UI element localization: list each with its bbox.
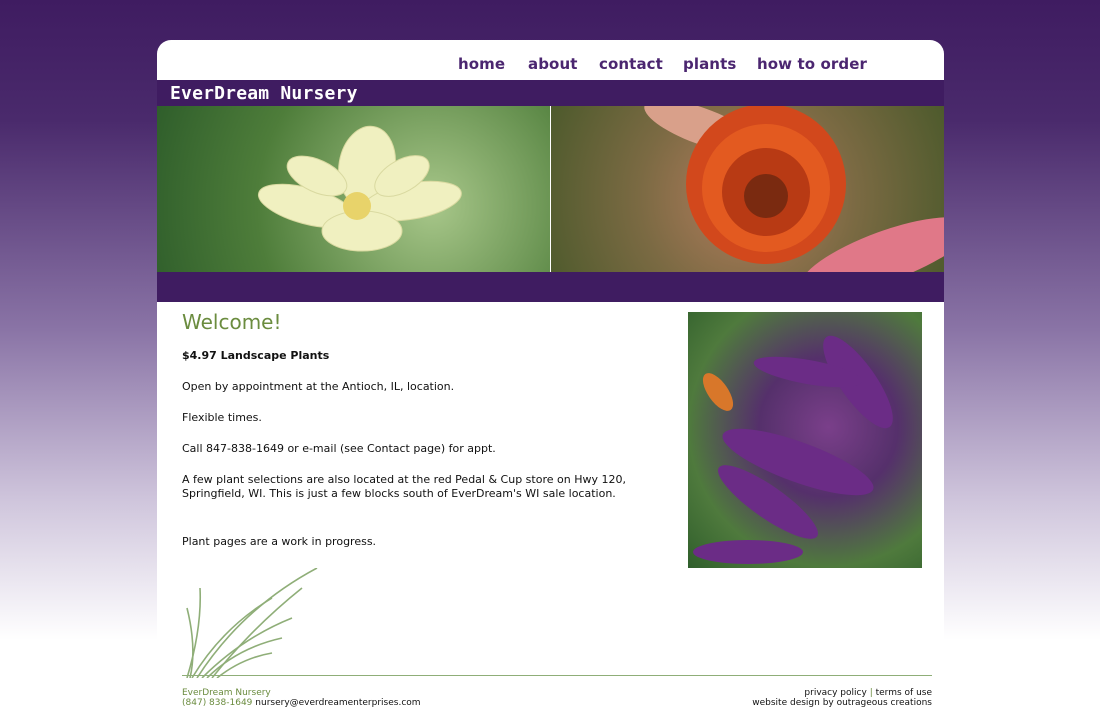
store-line-2: Springfield, WI. This is just a few bloc…: [182, 487, 616, 500]
footer-links: privacy policy | terms of use website de…: [752, 688, 932, 708]
nav-how-to-order-link[interactable]: how to order: [757, 55, 867, 73]
footer: EverDream Nursery (847) 838-1649 nursery…: [182, 688, 932, 708]
page-container: home about contact plants how to order E…: [157, 40, 944, 680]
nav-plants-link[interactable]: plants: [683, 55, 736, 73]
top-nav: home about contact plants how to order: [157, 40, 944, 80]
price-line: $4.97 Landscape Plants: [182, 349, 330, 362]
flexible-times-line: Flexible times.: [182, 411, 262, 424]
brand-name: EverDream Nursery: [170, 83, 358, 104]
banner-images: [157, 106, 944, 272]
plant-pages-line: Plant pages are a work in progress.: [182, 535, 377, 548]
butterfly-bush-image: [688, 312, 922, 568]
coneflower-image: [551, 106, 944, 272]
banner-bottom-bar: [157, 272, 944, 302]
call-line: Call 847-838-1649 or e-mail (see Contact…: [182, 442, 496, 455]
footer-phone: (847) 838-1649: [182, 698, 253, 708]
design-credit[interactable]: website design by outrageous creations: [752, 698, 932, 708]
nav-contact-link[interactable]: contact: [599, 55, 663, 73]
grass-decoration: [186, 568, 318, 678]
page-title: Welcome!: [182, 310, 282, 334]
footer-divider: [182, 675, 932, 676]
footer-separator: |: [869, 688, 873, 698]
footer-email[interactable]: nursery@everdreamenterprises.com: [255, 698, 420, 708]
nav-about-link[interactable]: about: [528, 55, 578, 73]
nav-home-link[interactable]: home: [458, 55, 505, 73]
privacy-policy-link[interactable]: privacy policy: [804, 688, 866, 698]
open-line: Open by appointment at the Antioch, IL, …: [182, 380, 455, 393]
brand-bar: EverDream Nursery: [157, 80, 944, 106]
terms-of-use-link[interactable]: terms of use: [876, 688, 932, 698]
columbine-flower-image: [157, 106, 550, 272]
store-line-1: A few plant selections are also located …: [182, 473, 626, 486]
